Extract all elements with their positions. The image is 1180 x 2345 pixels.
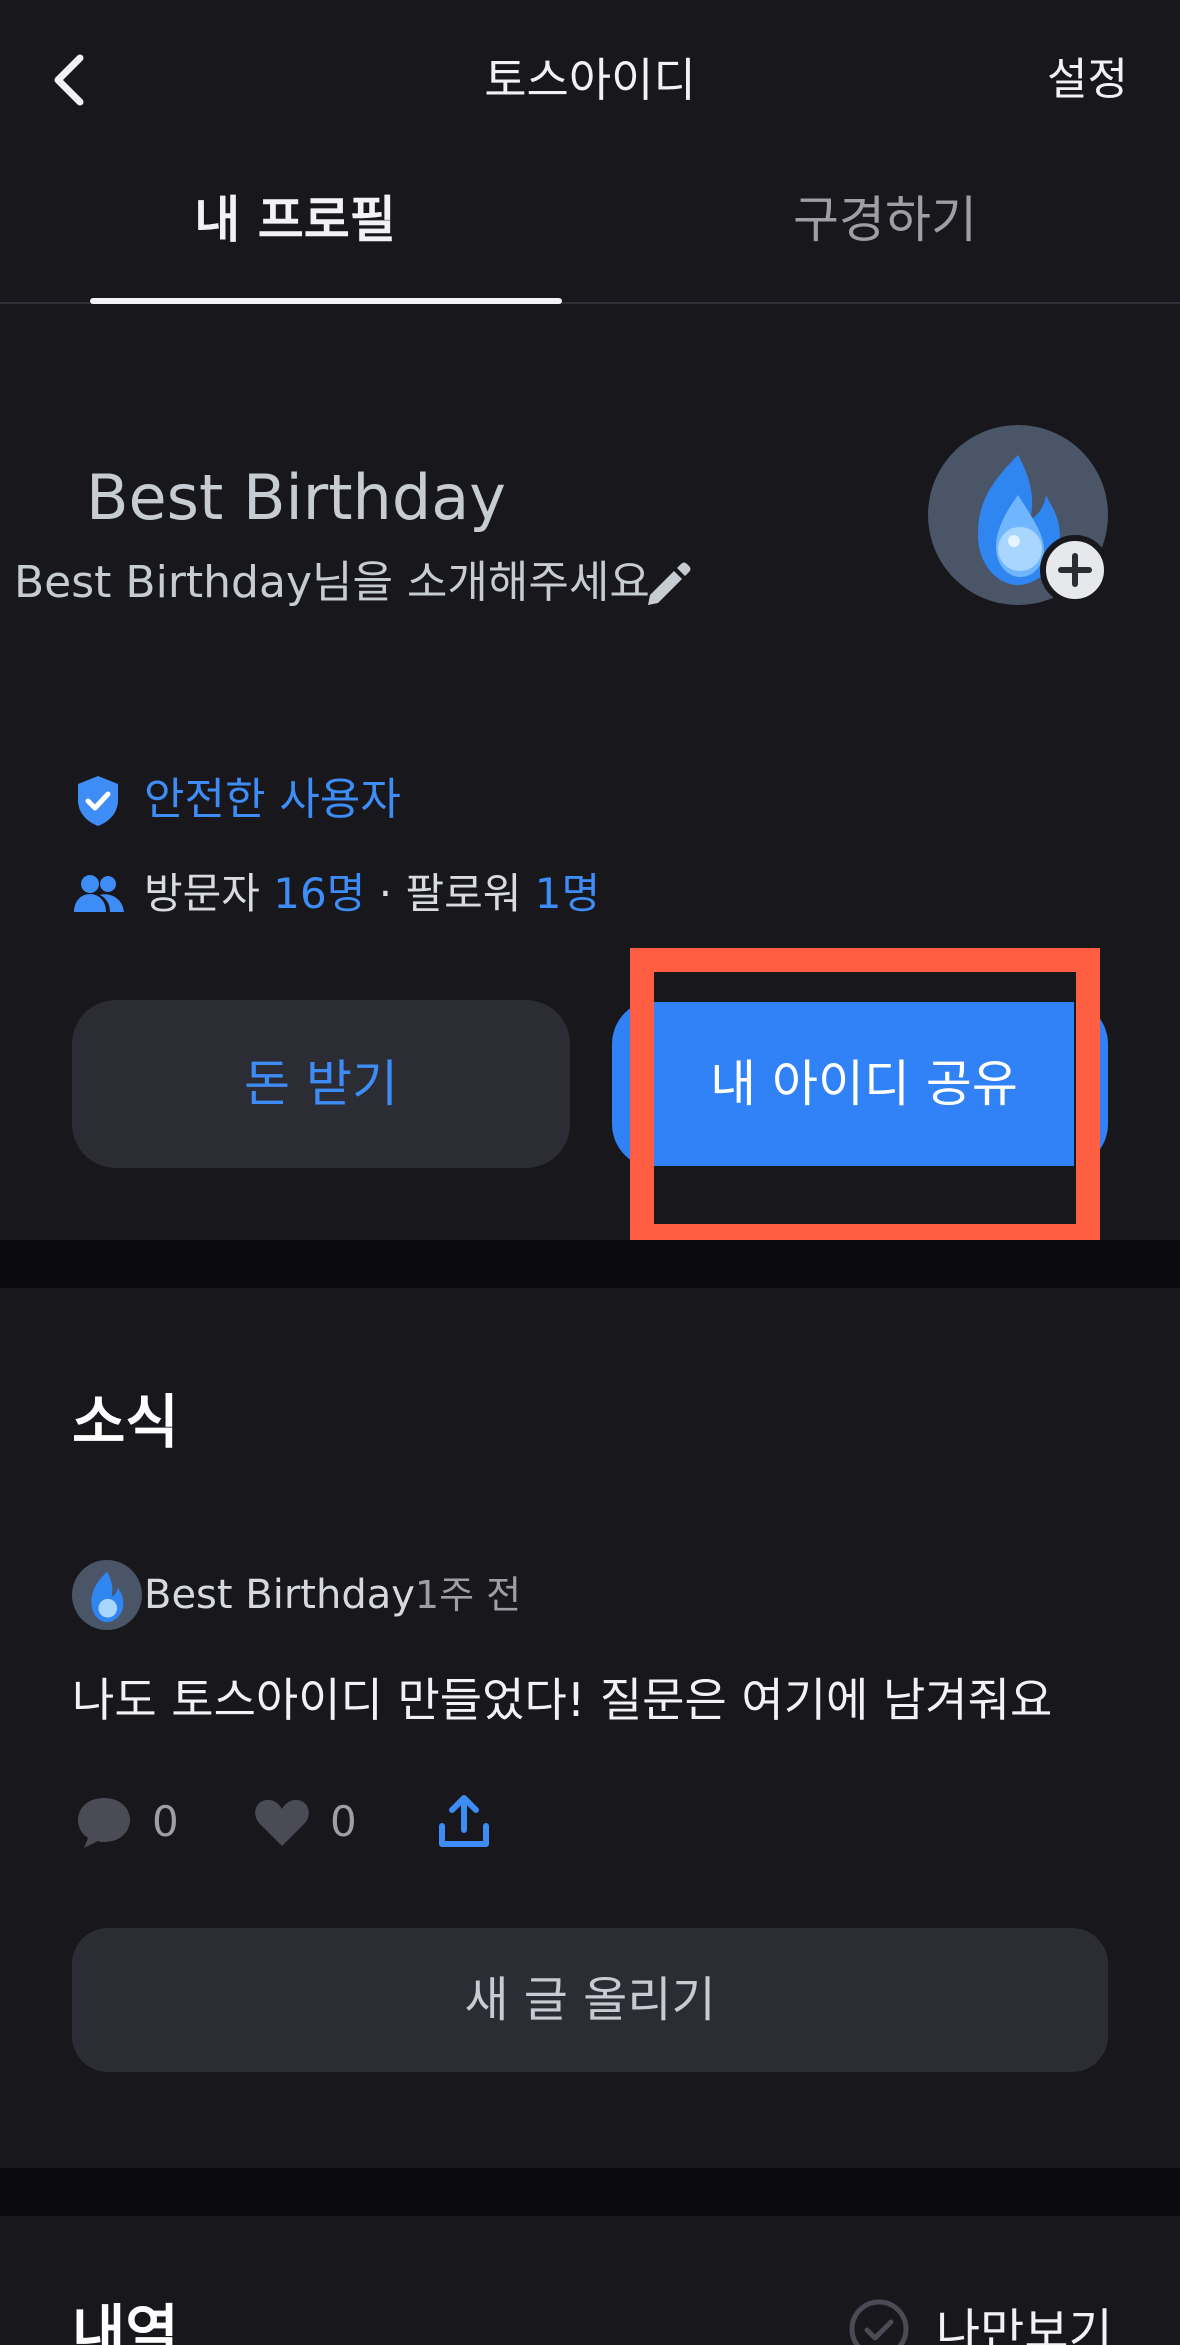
check-circle-icon [849,2299,909,2345]
only-me-toggle[interactable]: 나만보기 [848,2292,1113,2345]
stats-text: 방문자 16명 · 팔로워 1명 [144,864,600,924]
safe-user-label: 안전한 사용자 [144,774,401,825]
page-title: 토스아이디 [484,53,696,107]
add-photo-button[interactable] [1040,535,1110,605]
followers-label[interactable]: 팔로워 [405,869,521,918]
tab-browse[interactable]: 구경하기 [590,170,1180,304]
post-author-line: Best Birthday1주 전 [144,1560,521,1630]
history-section-title: 내역 [72,2298,179,2345]
post-author-name[interactable]: Best Birthday [144,1572,415,1618]
visitors-label: 방문자 [144,869,260,918]
post-body[interactable]: 나도 토스아이디 만들었다! 질문은 여기에 남겨줘요 [72,1665,1052,1735]
header: 토스아이디 설정 [0,0,1180,150]
comment-count: 0 [152,1797,179,1846]
profile-name: Best Birthday [86,461,506,534]
flame-icon [91,1571,124,1623]
followers-count[interactable]: 1명 [535,869,600,918]
receive-money-button[interactable]: 돈 받기 [72,1000,570,1168]
heart-icon[interactable] [250,1790,314,1854]
active-tab-indicator [90,298,562,304]
plus-icon [1058,553,1092,587]
visitors-count: 16명 [273,869,366,918]
section-divider [0,2168,1180,2216]
section-divider [0,1240,1180,1288]
comment-icon[interactable] [72,1790,136,1854]
tab-bar: 내 프로필 구경하기 [0,170,1180,304]
settings-button[interactable]: 설정 [1047,40,1128,120]
like-count: 0 [330,1797,357,1846]
new-post-button[interactable]: 새 글 올리기 [72,1928,1108,2072]
share-icon[interactable] [432,1790,496,1854]
post-author-avatar[interactable] [72,1560,142,1630]
pencil-icon[interactable] [640,555,696,611]
tab-my-profile[interactable]: 내 프로필 [0,170,590,304]
share-id-button[interactable]: 내 아이디 공유 [654,1002,1074,1166]
shield-check-icon [78,776,118,826]
only-me-label: 나만보기 [936,2304,1113,2345]
news-section-title: 소식 [72,1388,179,1456]
users-icon [74,875,124,912]
stats-separator: · [378,869,393,918]
post-time: 1주 전 [414,1573,522,1617]
profile-intro-prompt[interactable]: Best Birthday님을 소개해주세요 [14,545,650,621]
